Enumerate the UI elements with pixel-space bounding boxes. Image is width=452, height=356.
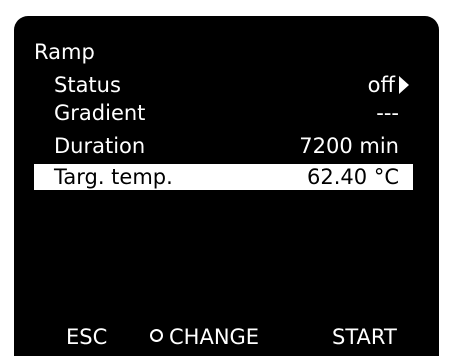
menu-row-status[interactable]: Status off <box>34 72 413 98</box>
status-value: off <box>367 73 395 97</box>
menu-title: Ramp <box>34 40 95 64</box>
esc-softkey[interactable]: ESC <box>66 322 107 352</box>
device-bezel: Ramp Status off Gradient --- Duration 72… <box>0 0 452 356</box>
softkey-bar: ESC CHANGE START <box>14 322 439 352</box>
target-temperature-value: 62.40 °C <box>307 165 399 189</box>
status-label: Status <box>54 73 121 97</box>
change-softkey[interactable]: CHANGE <box>150 322 259 352</box>
menu-row-gradient[interactable]: Gradient --- <box>34 100 413 126</box>
menu-row-target-temperature[interactable]: Targ. temp. 62.40 °C <box>34 164 413 190</box>
menu-row-duration[interactable]: Duration 7200 min <box>34 133 413 159</box>
duration-label: Duration <box>54 134 146 158</box>
display-screen: Ramp Status off Gradient --- Duration 72… <box>14 16 439 356</box>
gradient-label: Gradient <box>54 101 146 125</box>
circle-icon <box>150 329 163 342</box>
duration-value: 7200 min <box>299 134 399 158</box>
change-softkey-label: CHANGE <box>169 325 260 349</box>
play-arrow-icon <box>399 76 409 94</box>
start-softkey[interactable]: START <box>332 322 397 352</box>
status-value-group: off <box>368 72 409 98</box>
target-temperature-label: Targ. temp. <box>54 165 173 189</box>
gradient-value: --- <box>376 101 399 125</box>
